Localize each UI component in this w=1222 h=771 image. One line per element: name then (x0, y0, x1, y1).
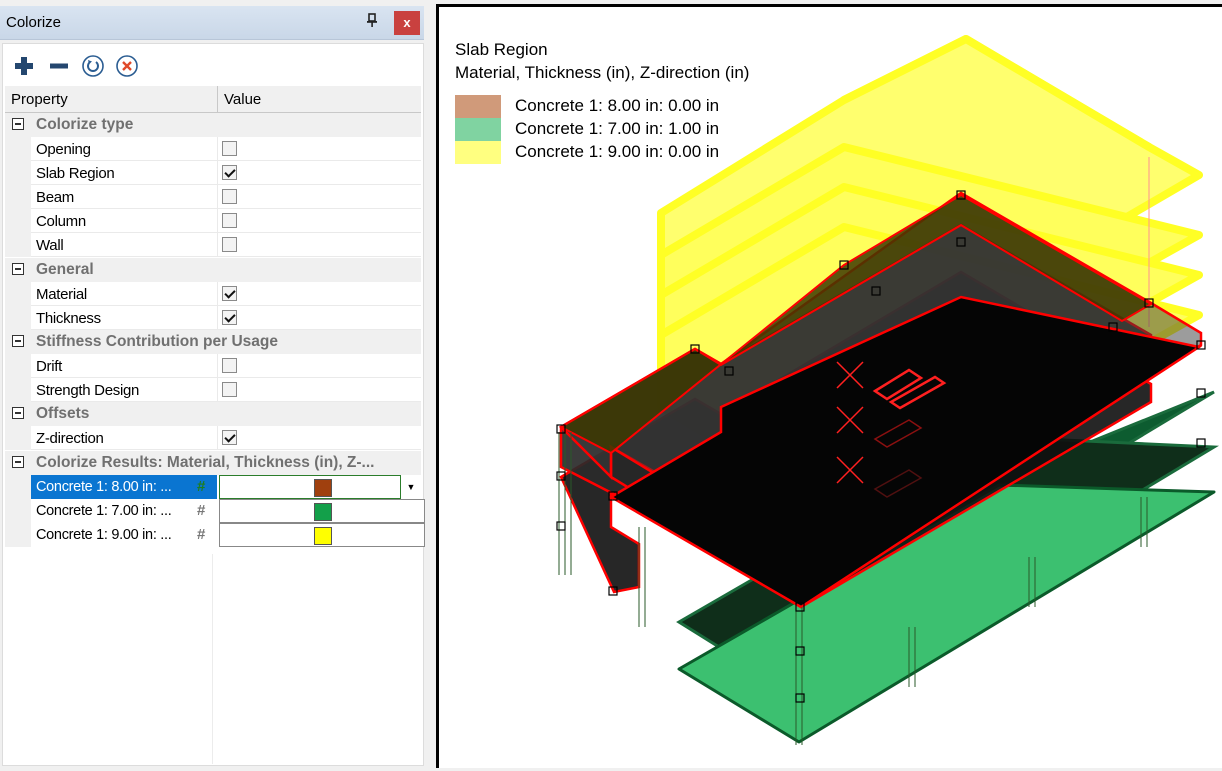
column-divider (212, 554, 213, 764)
collapse-icon[interactable] (12, 335, 24, 347)
legend-label: Concrete 1: 9.00 in: 0.00 in (515, 142, 720, 161)
pin-icon[interactable] (362, 12, 382, 32)
property-row-strength-design[interactable]: Strength Design (5, 378, 421, 402)
checkbox-material[interactable] (222, 286, 237, 301)
color-picker[interactable] (219, 523, 425, 547)
property-label: Column (36, 213, 86, 230)
column-header-property[interactable]: Property (11, 91, 68, 108)
checkbox-column[interactable] (222, 213, 237, 228)
column-header-value[interactable]: Value (224, 91, 261, 108)
close-button[interactable]: x (394, 11, 420, 35)
category-stiffness-contribution[interactable]: Stiffness Contribution per Usage (5, 330, 421, 354)
collapse-icon[interactable] (12, 456, 24, 468)
property-label: Wall (36, 237, 64, 254)
property-label: Strength Design (36, 382, 140, 399)
checkbox-slab-region[interactable] (222, 165, 237, 180)
checkbox-opening[interactable] (222, 141, 237, 156)
panel-title: Colorize (6, 14, 62, 31)
property-label: Opening (36, 141, 91, 158)
property-label: Thickness (36, 310, 101, 327)
color-picker[interactable] (219, 499, 425, 523)
legend-title: Slab Region (455, 40, 548, 59)
legend-swatch (455, 141, 501, 164)
add-icon[interactable] (12, 54, 36, 78)
property-grid: Property Value Colorize type Opening Sla… (5, 86, 425, 765)
property-row-slab-region[interactable]: Slab Region (5, 161, 421, 185)
refresh-icon[interactable] (81, 54, 105, 78)
property-label: Drift (36, 358, 62, 375)
legend-item: Concrete 1: 9.00 in: 0.00 in (455, 141, 755, 164)
hash-icon[interactable]: # (197, 478, 205, 495)
category-general[interactable]: General (5, 258, 421, 282)
category-colorize-results[interactable]: Colorize Results: Material, Thickness (i… (5, 451, 421, 475)
category-label: Stiffness Contribution per Usage (36, 333, 278, 350)
property-row-wall[interactable]: Wall (5, 233, 421, 257)
legend-item: Concrete 1: 7.00 in: 1.00 in (455, 118, 755, 141)
color-swatch (314, 527, 332, 545)
property-row-drift[interactable]: Drift (5, 354, 421, 378)
grid-header: Property Value (5, 86, 421, 113)
property-label: Slab Region (36, 165, 115, 182)
category-label: Offsets (36, 405, 90, 422)
property-row-beam[interactable]: Beam (5, 185, 421, 209)
property-row-column[interactable]: Column (5, 209, 421, 233)
collapse-icon[interactable] (12, 118, 24, 130)
result-row[interactable]: Concrete 1: 7.00 in: ... # (5, 499, 425, 523)
legend-label: Concrete 1: 8.00 in: 0.00 in (515, 96, 720, 115)
property-row-material[interactable]: Material (5, 282, 421, 306)
collapse-icon[interactable] (12, 263, 24, 275)
property-row-z-direction[interactable]: Z-direction (5, 426, 421, 450)
checkbox-strength-design[interactable] (222, 382, 237, 397)
color-picker[interactable] (219, 475, 401, 499)
category-colorize-type[interactable]: Colorize type (5, 113, 421, 137)
property-label: Z-direction (36, 430, 104, 447)
checkbox-beam[interactable] (222, 189, 237, 204)
legend-swatch (455, 95, 501, 118)
legend-label: Concrete 1: 7.00 in: 1.00 in (515, 119, 720, 138)
legend-subtitle: Material, Thickness (in), Z-direction (i… (455, 63, 750, 82)
result-label: Concrete 1: 9.00 in: ... (36, 527, 172, 543)
result-row[interactable]: Concrete 1: 9.00 in: ... # (5, 523, 425, 547)
category-label: Colorize Results: Material, Thickness (i… (36, 454, 375, 471)
property-label: Beam (36, 189, 74, 206)
property-row-thickness[interactable]: Thickness (5, 306, 421, 330)
hash-icon[interactable]: # (197, 502, 205, 519)
color-swatch (314, 503, 332, 521)
legend-swatch (455, 118, 501, 141)
collapse-icon[interactable] (12, 407, 24, 419)
property-label: Material (36, 286, 87, 303)
result-label: Concrete 1: 7.00 in: ... (36, 503, 172, 519)
legend-item: Concrete 1: 8.00 in: 0.00 in (455, 95, 755, 118)
colorize-panel: Colorize x Property Value Colorize type … (0, 0, 426, 766)
result-label: Concrete 1: 8.00 in: ... (36, 479, 172, 495)
category-label: Colorize type (36, 116, 134, 133)
result-row[interactable]: Concrete 1: 8.00 in: ... # ▼ (5, 475, 421, 499)
checkbox-wall[interactable] (222, 237, 237, 252)
checkbox-thickness[interactable] (222, 310, 237, 325)
category-offsets[interactable]: Offsets (5, 402, 421, 426)
color-swatch (314, 479, 332, 497)
model-viewport[interactable]: Slab Region Material, Thickness (in), Z-… (436, 4, 1222, 768)
chevron-down-icon[interactable]: ▼ (401, 475, 421, 499)
hash-icon[interactable]: # (197, 526, 205, 543)
clear-icon[interactable] (115, 54, 139, 78)
checkbox-z-direction[interactable] (222, 430, 237, 445)
panel-body: Property Value Colorize type Opening Sla… (2, 43, 425, 766)
toolbar (3, 44, 423, 86)
checkbox-drift[interactable] (222, 358, 237, 373)
panel-titlebar: Colorize x (0, 6, 424, 40)
property-row-opening[interactable]: Opening (5, 137, 421, 161)
category-label: General (36, 261, 94, 278)
remove-icon[interactable] (47, 54, 71, 78)
